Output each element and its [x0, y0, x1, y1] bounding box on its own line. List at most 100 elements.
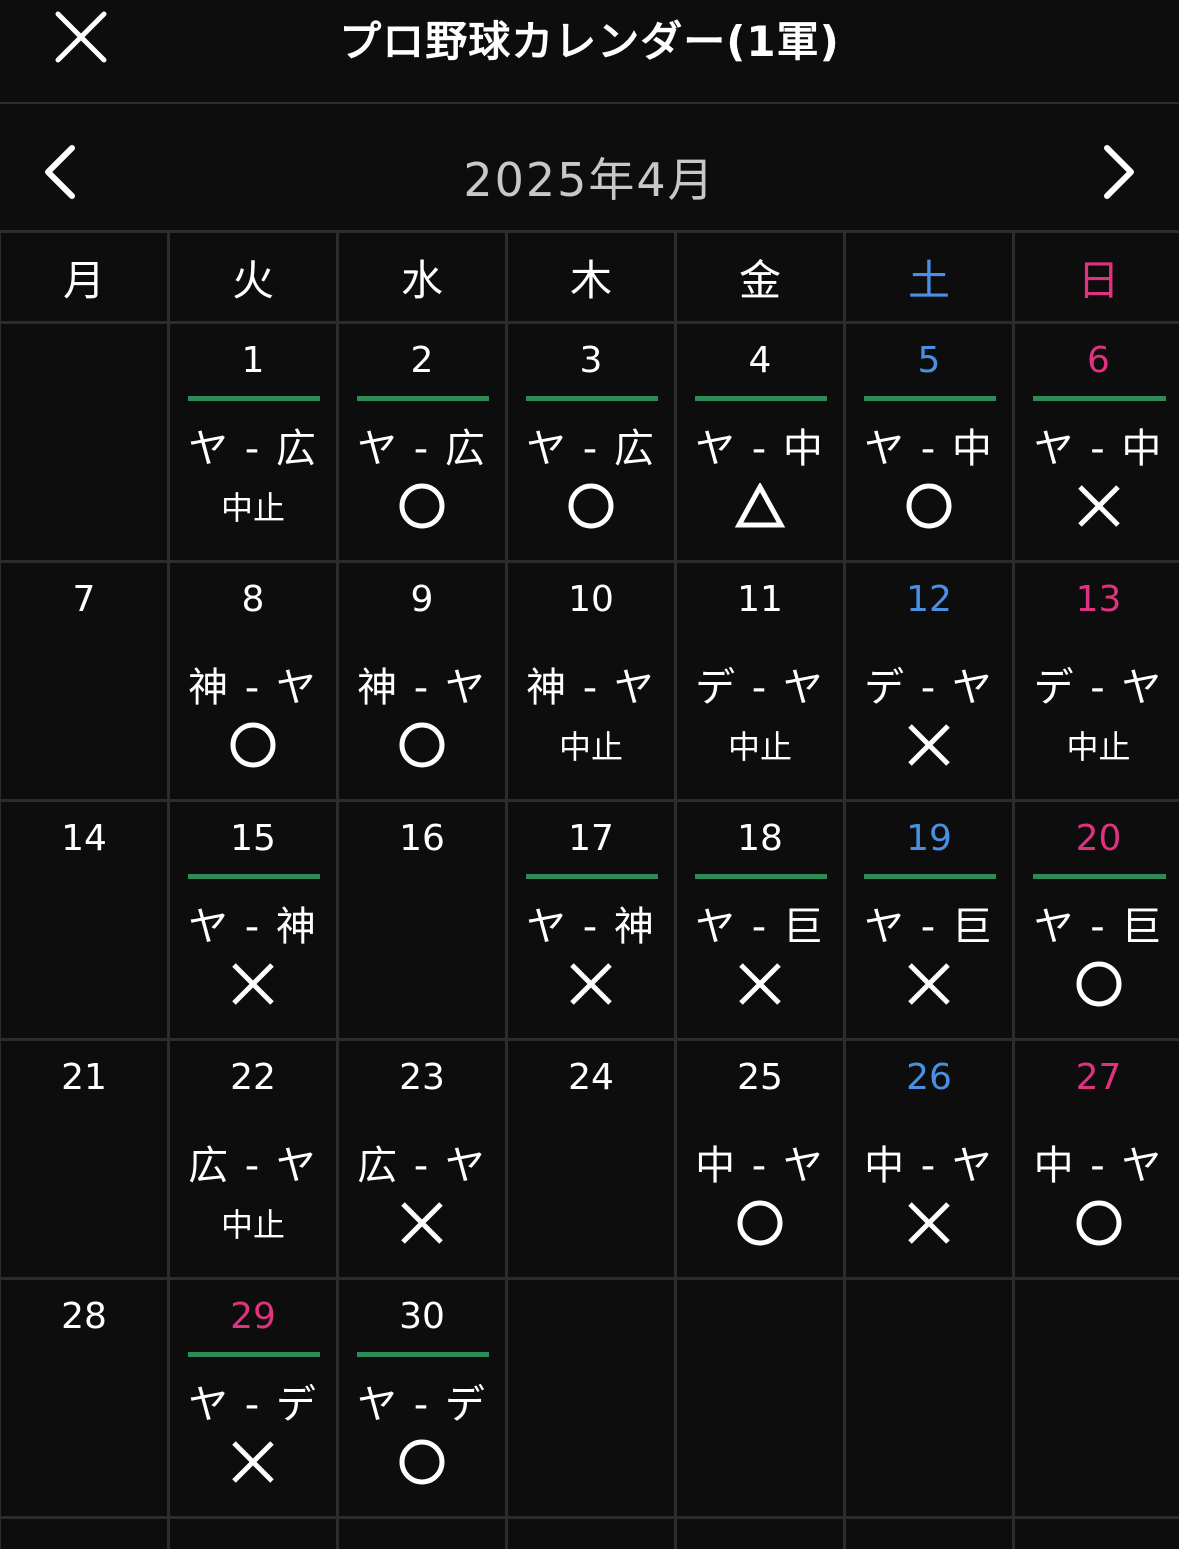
day-number: 11: [737, 579, 783, 620]
calendar-day-cell[interactable]: 14: [1, 802, 167, 1038]
day-number: 14: [61, 818, 107, 859]
game-matchup: ヤ - 巨: [864, 904, 994, 950]
win-circle-icon: [339, 480, 505, 532]
home-game-indicator: [526, 874, 658, 879]
home-game-indicator: [357, 396, 489, 401]
month-label: 2025年4月: [463, 153, 716, 207]
game-matchup: 神 - ヤ: [188, 665, 318, 711]
day-number: 1: [241, 340, 265, 381]
loss-cross-icon: [339, 1197, 505, 1249]
win-circle-icon: [339, 719, 505, 771]
game-matchup: ヤ - 巨: [1033, 904, 1164, 950]
weekday-sat: 土: [846, 233, 1012, 321]
calendar-day-cell[interactable]: 30 ヤ - デ: [339, 1280, 505, 1516]
chevron-right-icon: [1104, 145, 1134, 199]
win-circle-icon: [508, 480, 674, 532]
game-matchup: ヤ - 神: [188, 904, 318, 950]
home-game-indicator: [695, 396, 827, 401]
calendar-day-cell[interactable]: 19 ヤ - 巨: [846, 802, 1012, 1038]
calendar-day-cell[interactable]: 22 広 - ヤ中止: [170, 1041, 336, 1277]
calendar-day-cell[interactable]: 18 ヤ - 巨: [677, 802, 843, 1038]
home-game-indicator: [188, 1352, 320, 1357]
calendar-day-cell[interactable]: 20 ヤ - 巨: [1015, 802, 1179, 1038]
weekday-thu: 木: [508, 233, 674, 321]
day-number: 23: [399, 1057, 445, 1098]
weekday-sun: 日: [1015, 233, 1179, 321]
game-matchup: ヤ - 巨: [695, 904, 825, 950]
day-number: 27: [1075, 1057, 1122, 1098]
calendar-day-cell[interactable]: 3 ヤ - 広: [508, 324, 674, 560]
day-number: 9: [410, 579, 434, 620]
calendar-day-cell[interactable]: 2 ヤ - 広: [339, 324, 505, 560]
loss-cross-icon: [1015, 480, 1179, 532]
calendar-day-cell: [508, 1280, 674, 1516]
calendar-day-cell[interactable]: 10 神 - ヤ中止: [508, 563, 674, 799]
calendar-day-cell[interactable]: 13 デ - ヤ中止: [1015, 563, 1179, 799]
calendar-day-cell[interactable]: 12 デ - ヤ: [846, 563, 1012, 799]
calendar-day-cell[interactable]: 28: [1, 1280, 167, 1516]
weekday-fri: 金: [677, 233, 843, 321]
calendar-day-cell: [677, 1280, 843, 1516]
day-number: 29: [230, 1296, 276, 1337]
home-game-indicator: [864, 396, 996, 401]
game-matchup: デ - ヤ: [1033, 665, 1164, 711]
calendar-day-cell[interactable]: 17 ヤ - 神: [508, 802, 674, 1038]
calendar-day-cell[interactable]: 1 ヤ - 広中止: [170, 324, 336, 560]
calendar-day-cell[interactable]: 26 中 - ヤ: [846, 1041, 1012, 1277]
game-matchup: 中 - ヤ: [1033, 1143, 1164, 1189]
home-game-indicator: [1033, 874, 1166, 879]
calendar-day-cell[interactable]: 29 ヤ - デ: [170, 1280, 336, 1516]
day-number: 10: [568, 579, 614, 620]
day-number: 30: [399, 1296, 445, 1337]
game-matchup: 広 - ヤ: [188, 1143, 318, 1189]
calendar-day-cell[interactable]: 24: [508, 1041, 674, 1277]
loss-cross-icon: [846, 1197, 1012, 1249]
day-number: 3: [579, 340, 603, 381]
day-number: 12: [906, 579, 952, 620]
calendar-day-cell[interactable]: 6 ヤ - 中: [1015, 324, 1179, 560]
game-matchup: ヤ - 中: [864, 426, 994, 472]
calendar-day-cell[interactable]: 8 神 - ヤ: [170, 563, 336, 799]
game-matchup: 中 - ヤ: [864, 1143, 994, 1189]
day-number: 25: [737, 1057, 783, 1098]
calendar-day-cell[interactable]: 16: [339, 802, 505, 1038]
game-cancelled-label: 中止: [558, 728, 623, 766]
calendar-day-cell: [1, 324, 167, 560]
calendar-day-cell[interactable]: 4 ヤ - 中: [677, 324, 843, 560]
day-number: 22: [230, 1057, 276, 1098]
loss-cross-icon: [846, 958, 1012, 1010]
weekday-mon: 月: [1, 233, 167, 321]
next-month-button[interactable]: [1099, 144, 1139, 200]
loss-cross-icon: [677, 958, 843, 1010]
game-matchup: ヤ - 中: [695, 426, 825, 472]
loss-cross-icon: [508, 958, 674, 1010]
day-number: 15: [230, 818, 276, 859]
app-header: プロ野球カレンダー(1軍): [0, 0, 1179, 104]
calendar-day-cell: [1015, 1280, 1179, 1516]
calendar-day-cell[interactable]: 5 ヤ - 中: [846, 324, 1012, 560]
game-matchup: 中 - ヤ: [695, 1143, 825, 1189]
game-matchup: 神 - ヤ: [357, 665, 487, 711]
home-game-indicator: [864, 874, 996, 879]
home-game-indicator: [357, 1352, 489, 1357]
calendar-day-cell[interactable]: 21: [1, 1041, 167, 1277]
game-matchup: 広 - ヤ: [357, 1143, 487, 1189]
day-number: 13: [1075, 579, 1122, 620]
calendar-day-cell[interactable]: 11 デ - ヤ中止: [677, 563, 843, 799]
calendar-day-cell[interactable]: 15 ヤ - 神: [170, 802, 336, 1038]
day-number: 19: [906, 818, 952, 859]
day-number: 28: [61, 1296, 107, 1337]
calendar-day-cell[interactable]: 7: [1, 563, 167, 799]
day-number: 20: [1075, 818, 1122, 859]
game-matchup: 神 - ヤ: [526, 665, 656, 711]
calendar-day-cell[interactable]: 27 中 - ヤ: [1015, 1041, 1179, 1277]
calendar-day-cell: [677, 1519, 843, 1549]
calendar-day-cell[interactable]: 25 中 - ヤ: [677, 1041, 843, 1277]
calendar-day-cell[interactable]: 9 神 - ヤ: [339, 563, 505, 799]
calendar-day-cell: [846, 1519, 1012, 1549]
day-number: 24: [568, 1057, 614, 1098]
game-matchup: ヤ - 神: [526, 904, 656, 950]
day-number: 6: [1087, 340, 1110, 381]
calendar-day-cell[interactable]: 23 広 - ヤ: [339, 1041, 505, 1277]
loss-cross-icon: [170, 1436, 336, 1488]
